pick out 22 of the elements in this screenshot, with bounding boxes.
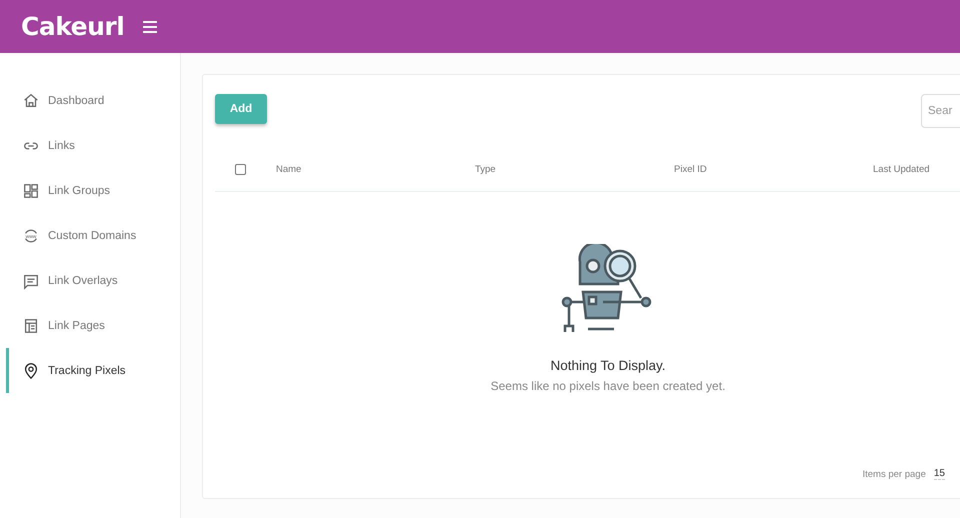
location-pin-icon — [22, 362, 40, 380]
add-button[interactable]: Add — [215, 94, 267, 124]
sidebar-item[interactable]: Link Overlays — [6, 258, 180, 303]
sidebar-item[interactable]: Dashboard — [6, 78, 180, 123]
empty-state-message: Seems like no pixels have been created yet. — [490, 379, 726, 393]
column-header[interactable]: Pixel ID — [674, 164, 873, 174]
items-per-page-select[interactable]: 15 — [934, 468, 945, 480]
home-icon — [22, 92, 40, 110]
empty-state-title: Nothing To Display. — [550, 358, 666, 373]
sidebar-item[interactable]: Link Groups — [6, 168, 180, 213]
column-header[interactable]: Last Updated — [873, 164, 960, 174]
search-field[interactable]: Sear — [921, 94, 960, 128]
select-all-checkbox[interactable] — [235, 164, 246, 174]
sidebar-item[interactable]: Links — [6, 123, 180, 168]
column-header[interactable]: Type — [475, 164, 674, 174]
page-icon — [22, 316, 40, 334]
items-per-page-label: Items per page — [862, 468, 926, 480]
column-header[interactable]: Name — [276, 164, 475, 174]
app-logo: Cakeurl — [21, 12, 124, 41]
sidebar-item[interactable]: Link Pages — [6, 303, 180, 348]
grid-icon — [22, 182, 40, 200]
menu-icon[interactable] — [142, 20, 158, 34]
